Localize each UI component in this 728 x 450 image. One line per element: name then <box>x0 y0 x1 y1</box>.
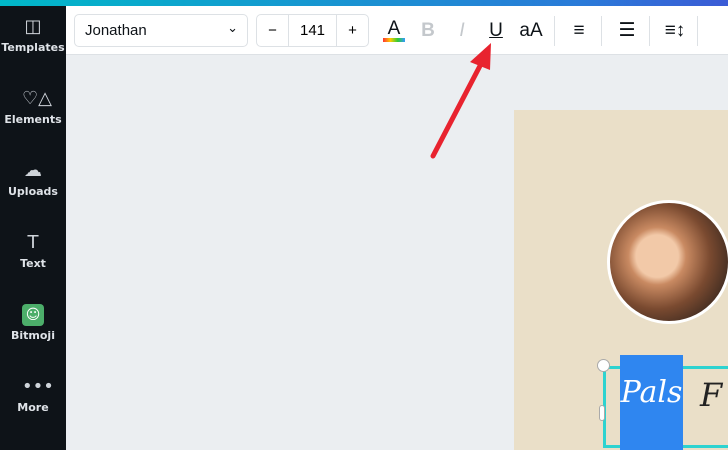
red-arrow <box>430 43 491 159</box>
